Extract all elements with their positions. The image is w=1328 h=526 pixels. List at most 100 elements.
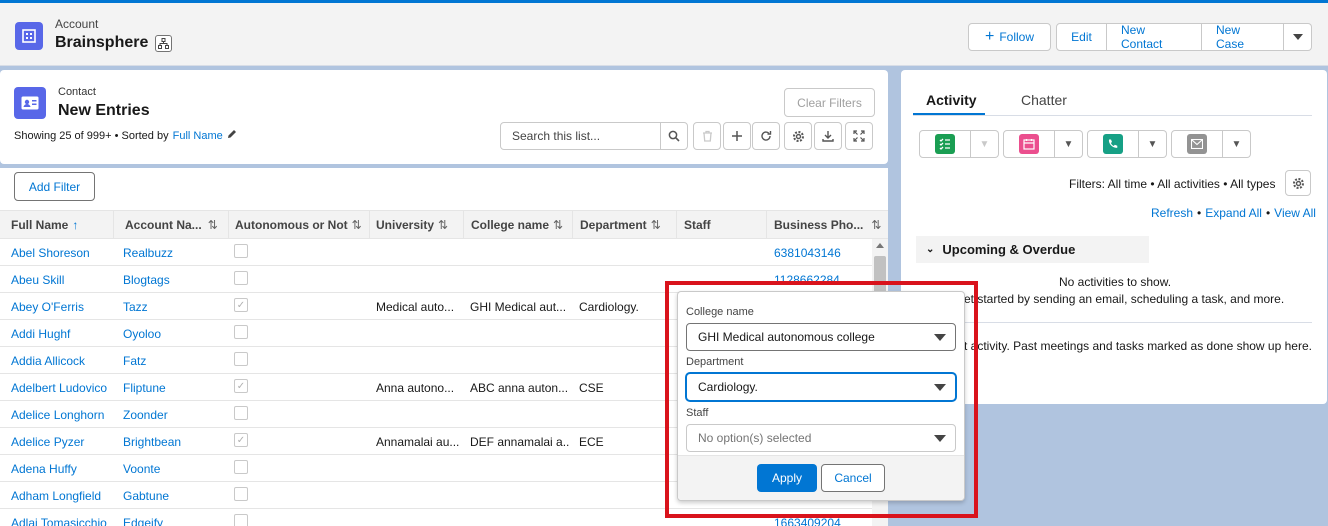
link-separator: • [1265,206,1271,220]
column-header-autonomous[interactable]: Autonomous or Not ⇅ [228,211,369,239]
sort-icon: ⇅ [438,218,449,232]
checkbox-unchecked [234,244,248,258]
sort-icon: ⇅ [351,218,362,232]
follow-button[interactable]: + Follow [968,23,1051,51]
export-button[interactable] [814,122,842,150]
search-button[interactable] [660,122,688,150]
cell-department: CSE [579,380,604,395]
email-button[interactable] [1171,130,1223,158]
call-dropdown[interactable]: ▼ [1139,130,1167,158]
cell-account-name[interactable]: Fliptune [123,374,223,401]
cell-account-name[interactable]: Voonte [123,455,223,482]
cell-account-name[interactable]: Oyoloo [123,320,223,347]
activity-filters-text: Filters: All time • All activities • All… [1069,177,1276,191]
cell-account-name[interactable]: Fatz [123,347,223,374]
cell-department: ECE [579,434,604,449]
cell-full-name[interactable]: Adelice Longhorn [11,401,111,428]
list-view-title[interactable]: New Entries [58,102,150,120]
search-input[interactable]: Search this list... [500,122,661,150]
refresh-button[interactable] [752,122,780,150]
cell-account-name[interactable]: Brightbean [123,428,223,455]
cell-full-name[interactable]: Addi Hughf [11,320,111,347]
view-all-link[interactable]: View All [1274,206,1316,220]
cell-university [376,401,460,428]
column-header-department[interactable]: Department ⇅ [572,211,676,239]
cell-full-name[interactable]: Abey O'Ferris [11,293,111,320]
checkbox-unchecked [234,271,248,285]
checkbox-unchecked [234,352,248,366]
record-highlights: Account Brainsphere + Follow Edit New Co… [0,0,1328,66]
cell-account-name[interactable]: Zoonder [123,401,223,428]
cell-college-name [470,239,570,266]
checkbox-unchecked [234,325,248,339]
cell-account-name[interactable]: Tazz [123,293,223,320]
column-header-business-phone[interactable]: Business Pho... ⇅ [766,211,888,239]
new-contact-button[interactable]: New Contact [1107,23,1202,51]
edit-button[interactable]: Edit [1056,23,1107,51]
column-header-account-name[interactable]: Account Na... ⇅ [113,211,228,239]
cell-college-name [470,455,570,482]
column-header-university[interactable]: University ⇅ [369,211,463,239]
cell-university: Anna autono... [376,380,455,395]
activity-settings-button[interactable] [1285,170,1311,196]
new-task-button[interactable] [919,130,971,158]
clear-filters-button[interactable]: Clear Filters [784,88,875,117]
cell-department [579,266,674,293]
sort-field-link[interactable]: Full Name [173,130,223,142]
cell-full-name[interactable]: Adlai Tomasicchio [11,509,111,526]
new-event-button[interactable] [1003,130,1055,158]
cell-college-name [470,509,570,526]
scroll-up-icon[interactable] [876,243,884,248]
cell-full-name[interactable]: Adham Longfield [11,482,111,509]
cell-full-name[interactable]: Abeu Skill [11,266,111,293]
list-settings-button[interactable] [784,122,812,150]
chevron-down-icon: ⌄ [926,244,935,255]
download-icon [822,131,834,142]
pencil-icon[interactable] [227,129,237,142]
cell-account-name[interactable]: Blogtags [123,266,223,293]
expand-all-link[interactable]: Expand All [1205,206,1262,220]
column-header-staff[interactable]: Staff [676,211,766,239]
hierarchy-icon[interactable] [155,35,172,52]
delete-button[interactable] [693,122,721,150]
get-started-text: et started by sending an email, scheduli… [964,292,1285,306]
cell-account-name[interactable]: Edgeify [123,509,223,526]
new-button[interactable] [723,122,751,150]
cell-university [376,509,460,526]
list-object-label: Contact [58,86,96,98]
cell-business-phone[interactable]: 6381043146 [774,239,869,266]
email-dropdown[interactable]: ▼ [1223,130,1251,158]
cell-full-name[interactable]: Adelbert Ludovico [11,374,111,401]
cell-college-name: ABC anna auton... [470,380,569,395]
tab-chatter[interactable]: Chatter [1021,92,1067,108]
refresh-link[interactable]: Refresh [1151,206,1193,220]
tab-activity[interactable]: Activity [926,92,977,108]
column-header-college-name[interactable]: College name ⇅ [463,211,572,239]
more-actions-button[interactable] [1284,23,1312,51]
chevron-down-icon [1292,34,1303,40]
log-call-button[interactable] [1087,130,1139,158]
cell-university [376,239,460,266]
event-dropdown[interactable]: ▼ [1055,130,1083,158]
cell-department [579,455,674,482]
new-case-button[interactable]: New Case [1202,23,1284,51]
upcoming-overdue-section[interactable]: ⌄ Upcoming & Overdue [916,236,1149,263]
link-separator: • [1197,206,1202,220]
cell-full-name[interactable]: Adena Huffy [11,455,111,482]
cell-full-name[interactable]: Addia Allicock [11,347,111,374]
column-header-full-name[interactable]: Full Name ↑ [0,211,113,239]
sort-icon: ⇅ [553,218,564,232]
sort-icon: ⇅ [871,218,882,232]
add-filter-button[interactable]: Add Filter [14,172,95,201]
cell-full-name[interactable]: Abel Shoreson [11,239,111,266]
cell-full-name[interactable]: Adelice Pyzer [11,428,111,455]
expand-button[interactable] [845,122,873,150]
cell-college-name: GHI Medical aut... [470,299,567,314]
cell-account-name[interactable]: Gabtune [123,482,223,509]
cell-account-name[interactable]: Realbuzz [123,239,223,266]
sort-icon: ⇅ [207,218,218,232]
checkbox-unchecked [234,460,248,474]
cell-department [579,482,674,509]
phone-icon [1103,134,1123,154]
task-dropdown[interactable]: ▼ [971,130,999,158]
